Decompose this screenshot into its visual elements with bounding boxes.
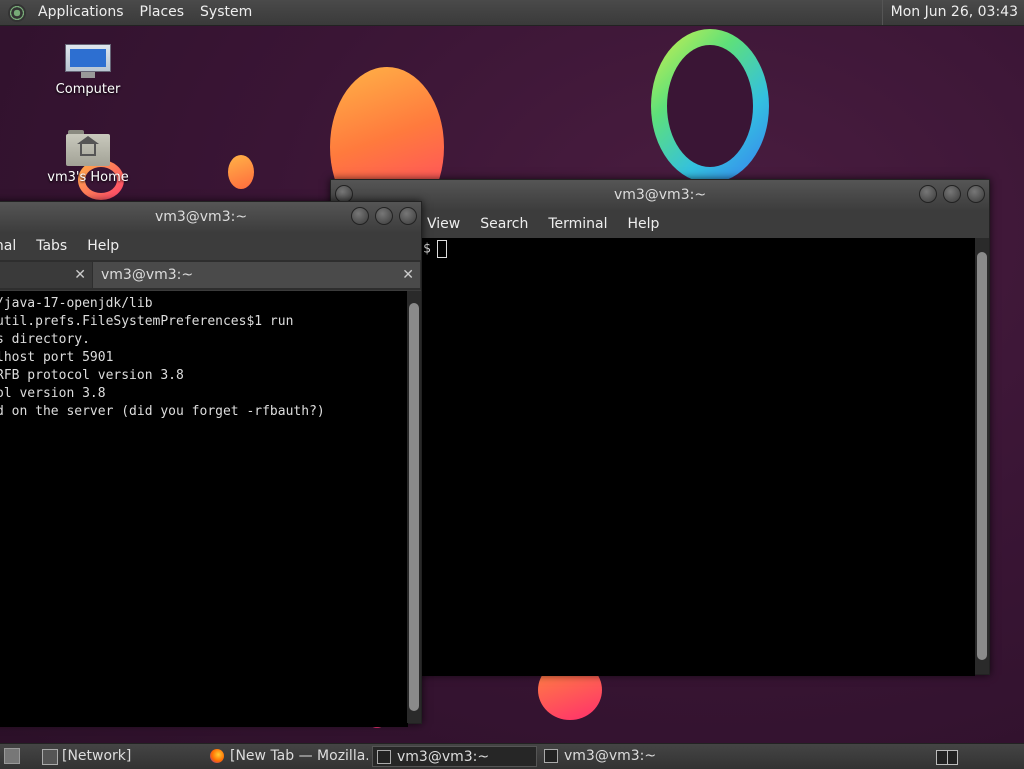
terminal-window-right[interactable]: vm3@vm3:~ View Search Terminal Help $ xyxy=(330,179,990,676)
menu-help[interactable]: Help xyxy=(618,216,670,232)
maximize-button[interactable] xyxy=(943,185,961,203)
task-firefox[interactable]: [New Tab — Mozilla... xyxy=(206,746,368,767)
minimize-button[interactable] xyxy=(351,207,369,225)
firefox-icon xyxy=(210,749,224,763)
close-tab-icon[interactable]: ✕ xyxy=(402,262,414,288)
terminal-line: ol version 3.8 xyxy=(0,386,106,401)
text-cursor xyxy=(436,240,447,258)
terminal-output[interactable]: /java-17-openjdk/lib util.prefs.FileSyst… xyxy=(0,291,408,727)
terminal-line: RFB protocol version 3.8 xyxy=(0,368,184,383)
window-title: vm3@vm3:~ xyxy=(613,187,707,203)
task-terminal-active[interactable]: vm3@vm3:~ xyxy=(372,746,537,767)
task-label: [New Tab — Mozilla... xyxy=(230,748,368,764)
task-terminal[interactable]: vm3@vm3:~ xyxy=(540,746,705,767)
desktop-icon-home[interactable]: vm3's Home xyxy=(43,128,133,185)
close-button[interactable] xyxy=(399,207,417,225)
scrollbar[interactable] xyxy=(407,291,421,723)
scrollbar[interactable] xyxy=(975,238,989,674)
system-menu[interactable]: System xyxy=(192,0,260,25)
task-label: vm3@vm3:~ xyxy=(564,748,657,764)
desktop-icon-computer[interactable]: Computer xyxy=(43,44,133,97)
places-menu[interactable]: Places xyxy=(132,0,193,25)
desktop-icon-label: Computer xyxy=(55,82,121,97)
window-title: vm3@vm3:~ xyxy=(154,209,248,225)
terminal-icon xyxy=(544,749,558,763)
show-desktop-icon[interactable] xyxy=(4,748,20,764)
tab-label: vm3@vm3:~ xyxy=(101,267,194,283)
window-titlebar[interactable]: vm3@vm3:~ xyxy=(0,202,421,232)
window-titlebar[interactable]: vm3@vm3:~ xyxy=(331,180,989,210)
shell-prompt: $ xyxy=(423,241,431,257)
wallpaper-small-blob xyxy=(228,155,254,189)
minimize-button[interactable] xyxy=(919,185,937,203)
menu-view[interactable]: View xyxy=(417,216,470,232)
applications-menu[interactable]: Applications xyxy=(30,0,132,25)
clock[interactable]: Mon Jun 26, 03:43 xyxy=(881,0,1018,25)
terminal-line: /java-17-openjdk/lib xyxy=(0,296,153,311)
menubar: View Search Terminal Help xyxy=(331,210,989,238)
menubar: inal Tabs Help xyxy=(0,232,421,260)
terminal-line: util.prefs.FileSystemPreferences$1 run xyxy=(0,314,294,329)
scrollbar-thumb[interactable] xyxy=(409,303,419,711)
bottom-taskbar: [Network] [New Tab — Mozilla... vm3@vm3:… xyxy=(0,743,1024,769)
menu-help[interactable]: Help xyxy=(77,238,129,254)
terminal-line: lhost port 5901 xyxy=(0,350,114,365)
tab-2[interactable]: vm3@vm3:~ ✕ xyxy=(93,262,420,288)
terminal-line: d on the server (did you forget -rfbauth… xyxy=(0,404,325,419)
distro-logo-icon[interactable] xyxy=(8,3,26,22)
scrollbar-thumb[interactable] xyxy=(977,252,987,660)
menu-terminal[interactable]: Terminal xyxy=(538,216,617,232)
terminal-window-left[interactable]: vm3@vm3:~ inal Tabs Help ✕ vm3@vm3:~ ✕ /… xyxy=(0,201,422,727)
terminal-icon xyxy=(377,750,391,764)
terminal-output[interactable]: $ xyxy=(331,238,975,676)
task-label: [Network] xyxy=(62,748,132,764)
menu-tabs[interactable]: Tabs xyxy=(26,238,77,254)
tab-bar: ✕ vm3@vm3:~ ✕ xyxy=(0,260,421,290)
wallpaper-ring xyxy=(651,29,769,183)
task-label: vm3@vm3:~ xyxy=(397,749,490,765)
tab-1[interactable]: ✕ xyxy=(0,262,92,288)
maximize-button[interactable] xyxy=(375,207,393,225)
task-network[interactable]: [Network] xyxy=(38,746,198,767)
terminal-line: s directory. xyxy=(0,332,90,347)
menu-terminal[interactable]: inal xyxy=(0,238,26,254)
computer-icon xyxy=(65,44,111,78)
desktop-icon-label: vm3's Home xyxy=(47,170,129,185)
home-folder-icon xyxy=(66,128,110,166)
menu-search[interactable]: Search xyxy=(470,216,538,232)
top-panel: Applications Places System Mon Jun 26, 0… xyxy=(0,0,1024,26)
network-folder-icon xyxy=(42,749,58,765)
close-button[interactable] xyxy=(967,185,985,203)
workspace-switcher-icon[interactable] xyxy=(936,750,958,765)
close-tab-icon[interactable]: ✕ xyxy=(74,262,86,288)
